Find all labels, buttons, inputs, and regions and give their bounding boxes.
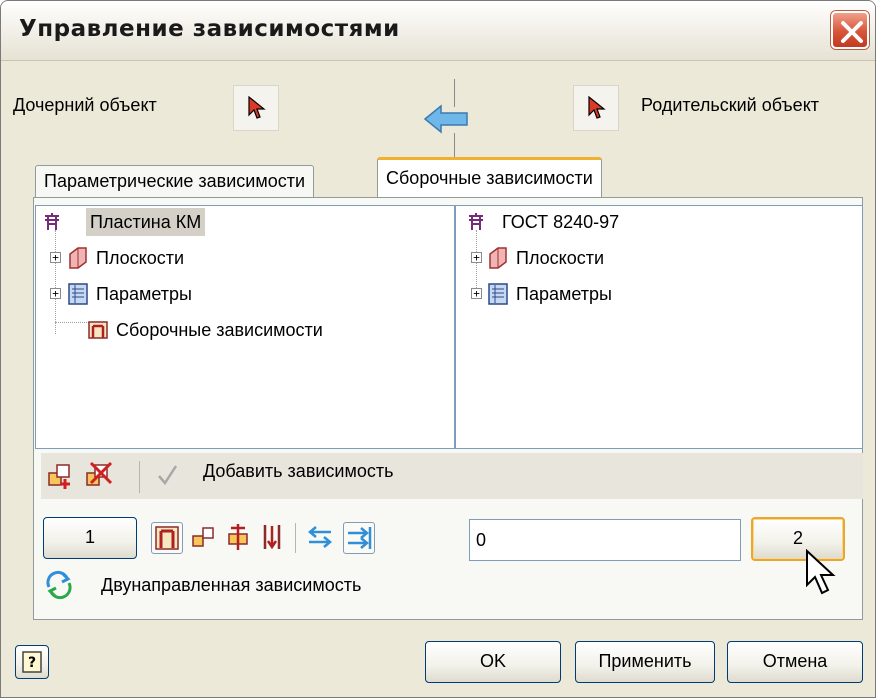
svg-text:?: ? [28,655,36,671]
expand-icon[interactable]: + [50,288,61,299]
parameters-icon [68,283,88,305]
tree-root-label: ГОСТ 8240-97 [502,212,620,232]
window-title: Управление зависимостями [19,16,400,42]
cancel-button[interactable]: Отмена [727,641,863,683]
offset-constraint-button[interactable] [189,522,221,554]
coincidence-icon [155,526,179,550]
apply-check-button[interactable] [151,459,183,491]
help-button[interactable]: ? [15,645,49,679]
tree-item-label: Параметры [516,284,612,304]
close-icon [841,21,863,43]
add-constraint-label: Добавить зависимость [203,461,394,481]
parent-object-label: Родительский объект [641,95,820,115]
tree-item-planes[interactable]: + Плоскости [456,244,846,272]
bidirectional-icon [46,570,72,600]
direction-arrows-icon [348,527,372,549]
dialog-window: Управление зависимостями Дочерний объект… [0,0,876,698]
tab-parametric[interactable]: Параметрические зависимости [35,165,315,197]
button-1[interactable]: 1 [43,517,137,559]
title-bar[interactable]: Управление зависимостями [1,1,875,61]
swap-arrows-icon [308,526,332,548]
tree-item-label: Плоскости [516,248,605,268]
close-button[interactable] [831,11,869,49]
expand-icon[interactable]: + [471,288,482,299]
expand-icon[interactable]: + [50,252,61,263]
cursor-pick-icon [588,96,606,119]
add-constraint-icon [48,464,70,489]
arrow-left-icon [423,104,468,134]
tree-item-label: Параметры [96,284,192,304]
assembly-icon [469,213,483,230]
tab-assembly[interactable]: Сборочные зависимости [377,157,602,198]
toolbar-separator [295,523,296,553]
apply-button[interactable]: Применить [575,641,715,683]
tree-item-planes[interactable]: + Плоскости [36,244,436,272]
distance-constraint-button[interactable] [257,522,289,554]
tree-item-params[interactable]: + Параметры [456,280,846,308]
planes-icon [69,247,87,269]
pick-parent-button[interactable] [573,85,619,131]
cursor-pick-icon [248,96,266,119]
coincidence-toggle[interactable] [151,522,183,554]
planes-icon [489,247,507,269]
tree-item-label: Плоскости [96,248,185,268]
direction-toggle[interactable] [343,522,375,554]
divider-bottom [454,133,455,157]
tree-root-label: Пластина КМ [86,208,206,236]
tree-item-constraints[interactable]: Сборочные зависимости [36,316,436,344]
tree-item-label: Сборочные зависимости [116,320,323,340]
bidirectional-label: Двунаправленная зависимость [101,575,362,595]
parent-tree[interactable]: ГОСТ 8240-97 + Плоскости + Параметры [455,205,863,449]
offset-icon [192,527,214,547]
mouse-cursor-icon [806,549,836,595]
parameters-icon [488,283,508,305]
swap-direction-button[interactable] [305,522,337,554]
distance-icon [263,525,281,550]
tree-item-params[interactable]: + Параметры [36,280,436,308]
align-constraint-button[interactable] [223,522,255,554]
delete-constraint-icon [86,461,113,486]
bidirectional-toggle[interactable] [43,569,75,601]
add-constraint-button[interactable] [45,459,77,491]
child-object-label: Дочерний объект [13,95,157,115]
assembly-icon [45,213,59,230]
value-input[interactable]: 0 [469,519,741,561]
divider-top [454,79,455,107]
align-icon [228,524,248,550]
assembly-constraints-icon [88,321,108,339]
ok-button[interactable]: OK [425,641,561,683]
expand-icon[interactable]: + [471,252,482,263]
toolbar-separator [139,461,140,493]
child-tree[interactable]: Пластина КМ + Плоскости + Параметры Сбор… [35,205,455,449]
delete-constraint-button[interactable] [83,459,115,491]
check-icon [158,465,178,486]
help-icon: ? [22,651,42,673]
pick-child-button[interactable] [233,85,279,131]
